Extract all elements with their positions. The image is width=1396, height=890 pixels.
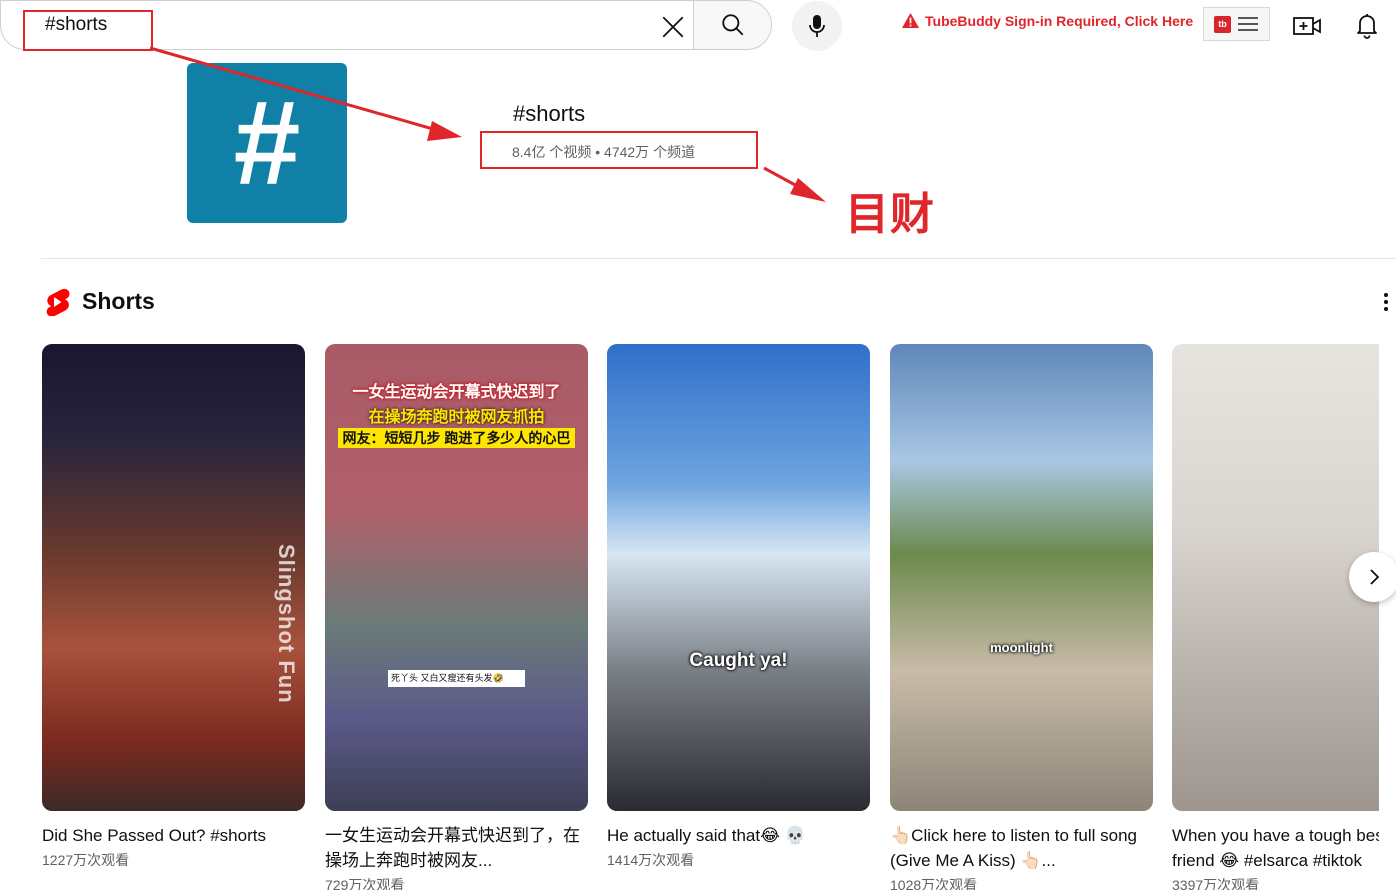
tubebuddy-warning-text: TubeBuddy Sign-in Required, Click Here: [925, 12, 1194, 29]
short-thumbnail[interactable]: Slingshot Fun: [42, 344, 305, 811]
clear-search-button[interactable]: [653, 7, 693, 47]
short-title[interactable]: Did She Passed Out? #shorts: [42, 823, 305, 848]
tubebuddy-logo: tb: [1214, 15, 1231, 33]
short-thumbnail[interactable]: [1172, 344, 1379, 811]
short-views: 3397万次观看: [1172, 877, 1260, 890]
hashtag-title: #shorts: [513, 101, 586, 126]
annotation-box-stats: [480, 131, 758, 169]
section-divider: [41, 258, 1396, 259]
short-title[interactable]: When you have a tough best friend 😂 #els…: [1172, 823, 1379, 873]
notifications-button[interactable]: [1351, 9, 1383, 41]
shorts-logo-icon: [46, 288, 70, 316]
thumbnail-caption: Caught ya!: [689, 650, 788, 671]
short-thumbnail[interactable]: 一女生运动会开幕式快迟到了 在操场奔跑时被网友抓拍 网友：短短几步 跑进了多少人…: [325, 344, 588, 811]
short-title[interactable]: 👆🏻Click here to listen to full song (Giv…: [890, 823, 1153, 873]
chevron-right-icon: [1370, 569, 1380, 585]
search-icon: [721, 14, 743, 36]
shelf-next-button[interactable]: [1349, 552, 1396, 602]
close-icon: [662, 16, 684, 38]
thumbnail-overlay-text: Slingshot Fun: [274, 544, 299, 704]
bell-icon: [1357, 14, 1377, 39]
annotation-label: 目财: [845, 189, 935, 240]
short-card[interactable]: 一女生运动会开幕式快迟到了 在操场奔跑时被网友抓拍 网友：短短几步 跑进了多少人…: [325, 344, 588, 890]
annotation-box-search: [23, 10, 153, 51]
thumbnail-caption: 死丫头 又白又瘦还有头发🤣: [388, 670, 525, 687]
thumbnail-caption: moonlight: [990, 640, 1053, 655]
more-vert-icon: [1384, 293, 1388, 297]
short-title[interactable]: He actually said that😂 💀: [607, 823, 870, 848]
short-card[interactable]: Slingshot Fun Did She Passed Out? #short…: [42, 344, 305, 870]
tubebuddy-signin-link[interactable]: TubeBuddy Sign-in Required, Click Here: [901, 12, 1193, 29]
short-thumbnail[interactable]: Caught ya!: [607, 344, 870, 811]
tubebuddy-menu-button[interactable]: tb: [1203, 7, 1270, 41]
short-views: 1028万次观看: [890, 877, 978, 890]
shelf-title: Shorts: [82, 288, 155, 314]
hamburger-icon: [1238, 17, 1258, 31]
short-title[interactable]: 一女生运动会开幕式快迟到了，在操场上奔跑时被网友...: [325, 823, 588, 873]
microphone-icon: [809, 15, 825, 37]
video-camera-plus-icon: [1293, 17, 1321, 35]
short-card[interactable]: Caught ya! He actually said that😂 💀 1414…: [607, 344, 870, 870]
short-thumbnail[interactable]: moonlight: [890, 344, 1153, 811]
short-views: 1227万次观看: [42, 852, 130, 868]
short-views: 1414万次观看: [607, 852, 695, 868]
short-card[interactable]: When you have a tough best friend 😂 #els…: [1172, 344, 1379, 890]
short-card[interactable]: moonlight 👆🏻Click here to listen to full…: [890, 344, 1153, 890]
thumbnail-overlay-line3: 网友：短短几步 跑进了多少人的心巴: [325, 428, 588, 448]
thumbnail-overlay-line1: 一女生运动会开幕式快迟到了: [352, 384, 561, 401]
shelf-more-button[interactable]: [1376, 288, 1396, 316]
warning-icon: [902, 12, 919, 29]
search-button[interactable]: [693, 0, 772, 50]
hashtag-symbol: #: [233, 76, 301, 210]
hashtag-avatar: #: [187, 63, 347, 223]
voice-search-button[interactable]: [792, 1, 842, 51]
short-views: 729万次观看: [325, 877, 405, 890]
thumbnail-overlay-line2: 在操场奔跑时被网友抓拍: [368, 409, 545, 426]
create-video-button[interactable]: [1291, 12, 1323, 40]
